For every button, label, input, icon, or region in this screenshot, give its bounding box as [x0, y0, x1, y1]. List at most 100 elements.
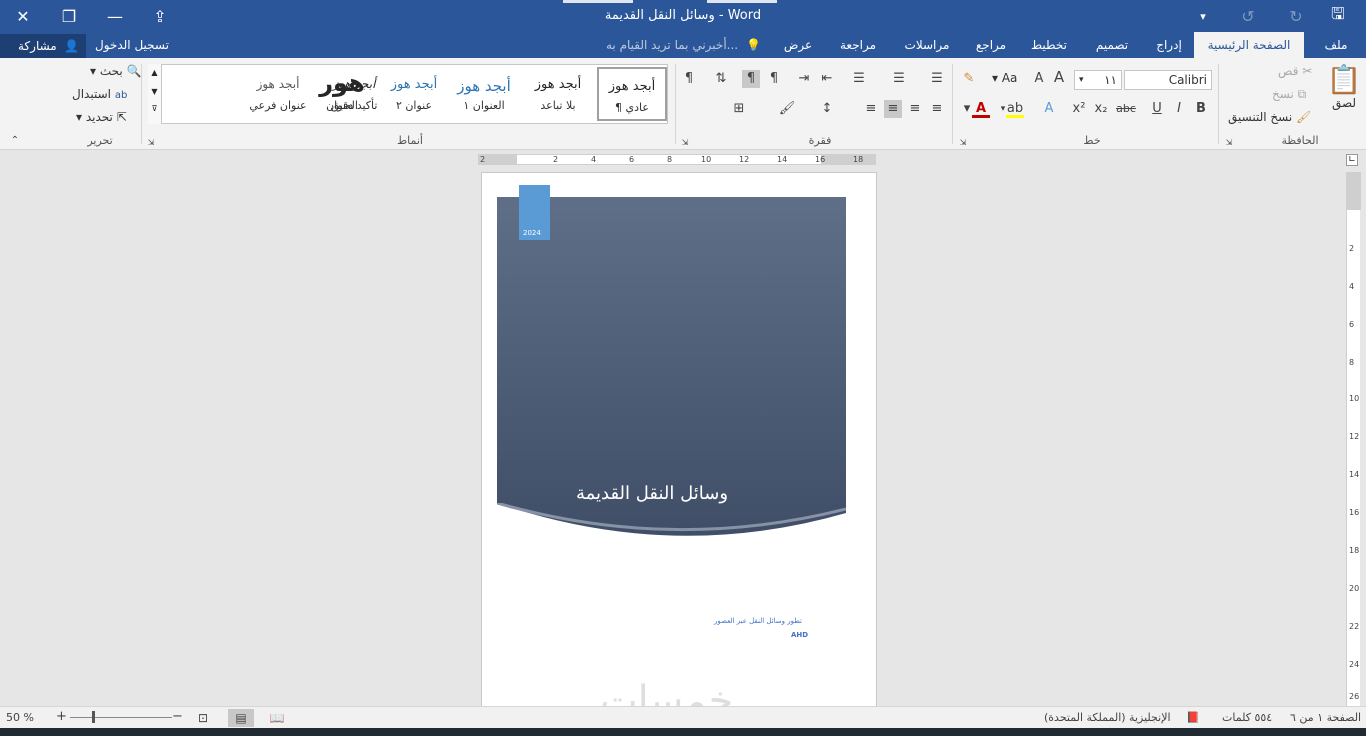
status-bar: 50 % + − ⊡ ▤ 📖 الإنجليزية (المملكة المتح… — [0, 706, 1366, 728]
cut-button[interactable]: قص ✂ — [1278, 64, 1312, 78]
shrink-font-icon[interactable]: A — [1030, 70, 1048, 88]
redo-icon[interactable]: ↻ — [1281, 2, 1311, 30]
increase-indent-icon[interactable]: ⇥ — [795, 70, 813, 88]
vruler-tick: 22 — [1349, 622, 1360, 631]
page-count[interactable]: الصفحة ١ من ٦ — [1290, 711, 1361, 724]
tab-mailings[interactable]: مراسلات — [896, 32, 958, 58]
underline-button[interactable]: U — [1148, 100, 1166, 118]
tab-layout[interactable]: تخطيط — [1024, 32, 1074, 58]
change-case-button[interactable]: ▾ Aa — [992, 71, 1017, 85]
style-name: بلا تباعد — [540, 99, 576, 112]
replace-icon: ab — [114, 90, 128, 101]
style-normal[interactable]: أبجد هوز ¶ عادي — [597, 67, 667, 121]
center-icon[interactable]: ≡ — [906, 100, 924, 118]
bold-button[interactable]: B — [1192, 100, 1210, 118]
shading-icon[interactable]: 🖌 — [778, 100, 796, 118]
vruler-tick: 14 — [1349, 470, 1360, 479]
tab-file[interactable]: ملف — [1312, 32, 1360, 58]
numbered-list-icon[interactable]: ☰ — [890, 70, 908, 88]
find-button[interactable]: ▾ بحث 🔍 — [90, 64, 142, 78]
ruler-tick: 8 — [667, 155, 673, 164]
font-size-combo[interactable]: ▾ ١١ — [1074, 70, 1122, 90]
ltr-icon[interactable]: ¶ — [765, 70, 783, 88]
vruler-top-margin — [1347, 172, 1361, 210]
tell-me-search[interactable]: أخبرني بما تريد القيام به... 💡 — [606, 32, 761, 58]
subscript-button[interactable]: x₂ — [1092, 100, 1110, 118]
zoom-slider-thumb[interactable] — [91, 711, 95, 723]
document-page[interactable]: 2024 وسائل النقل القديمة تطور وسائل النق… — [481, 172, 877, 712]
style-heading-1[interactable]: أبجد هوز العنوان ١ — [449, 67, 519, 121]
font-color-icon[interactable]: A — [972, 100, 990, 118]
tab-design[interactable]: تصميم — [1084, 32, 1140, 58]
multilevel-list-icon[interactable]: ☰ — [850, 70, 868, 88]
decrease-indent-icon[interactable]: ⇤ — [818, 70, 836, 88]
zoom-slider[interactable] — [70, 717, 172, 718]
cover-subtitle: تطور وسائل النقل عبر العصور — [714, 617, 802, 625]
show-marks-icon[interactable]: ¶ — [680, 70, 698, 88]
dropdown-icon[interactable]: ▾ — [1188, 2, 1218, 30]
proofing-icon[interactable]: 📕 — [1186, 711, 1200, 724]
paste-button[interactable]: 📋 لصق — [1326, 64, 1362, 120]
zoom-level[interactable]: 50 % — [6, 711, 34, 724]
bullet-list-icon[interactable]: ☰ — [928, 70, 946, 88]
horizontal-ruler[interactable]: 2 2 4 6 8 10 12 14 16 18 — [478, 154, 876, 165]
signin-link[interactable]: تسجيل الدخول — [95, 32, 169, 58]
format-painter-button[interactable]: نسخ التنسيق 🖌 — [1228, 110, 1311, 124]
cover-title: وسائل النقل القديمة — [575, 483, 729, 504]
read-mode-icon[interactable]: 📖 — [264, 709, 290, 727]
ribbon-tabs: مشاركة 👤 تسجيل الدخول أخبرني بما تريد ال… — [0, 32, 1366, 58]
select-button[interactable]: ▾ تحديد ⇱ — [76, 110, 127, 124]
share-label: مشاركة — [18, 39, 57, 53]
vertical-ruler[interactable]: 2 4 6 8 10 12 14 16 18 20 22 24 26 — [1346, 172, 1361, 706]
align-left-icon[interactable]: ≡ — [928, 100, 946, 118]
replace-label: استبدال — [72, 87, 111, 101]
style-name: عنوان فرعي — [249, 99, 307, 112]
font-name-value: Calibri (أساسي) — [1168, 73, 1207, 87]
superscript-button[interactable]: x² — [1070, 100, 1088, 118]
undo-icon[interactable]: ↺ — [1233, 2, 1263, 30]
styles-scroll[interactable]: ▲ ▼ ⊽ — [148, 64, 162, 124]
web-layout-icon[interactable]: ⊡ — [190, 709, 216, 727]
save-icon[interactable]: 🖫 — [1323, 2, 1353, 30]
clear-formatting-icon[interactable]: ✎ — [960, 70, 978, 88]
align-right-icon[interactable]: ≡ — [884, 100, 902, 118]
copy-button[interactable]: نسخ ⧉ — [1272, 87, 1306, 102]
collapse-ribbon-icon[interactable]: ⌃ — [6, 132, 24, 150]
justify-icon[interactable]: ≡ — [862, 100, 880, 118]
style-preview: أبجد هوز — [256, 77, 300, 91]
scroll-up-icon[interactable]: ▲ — [148, 68, 161, 77]
rtl-icon[interactable]: ¶ — [742, 70, 760, 88]
sort-icon[interactable]: ⇅ — [712, 70, 730, 88]
highlight-icon[interactable]: ab — [1006, 100, 1024, 118]
more-styles-icon[interactable]: ⊽ — [148, 104, 161, 113]
style-heading-2[interactable]: أبجد هوز عنوان ٢ — [379, 67, 449, 121]
tab-selector-icon[interactable]: ∟ — [1346, 154, 1358, 166]
tab-view[interactable]: عرض — [776, 32, 820, 58]
font-name-combo[interactable]: Calibri (أساسي) — [1124, 70, 1212, 90]
tab-home[interactable]: الصفحة الرئيسية — [1194, 32, 1304, 58]
zoom-in-icon[interactable]: + — [56, 709, 67, 724]
style-name: ¶ عادي — [615, 101, 649, 114]
word-count[interactable]: ٥٥٤ كلمات — [1222, 711, 1272, 724]
italic-button[interactable]: I — [1170, 100, 1188, 118]
language-status[interactable]: الإنجليزية (المملكة المتحدة) — [1044, 711, 1171, 724]
tab-review[interactable]: مراجعة — [830, 32, 886, 58]
replace-button[interactable]: استبدال ab — [72, 87, 127, 101]
format-painter-label: نسخ التنسيق — [1228, 110, 1293, 124]
vruler-tick: 2 — [1349, 244, 1355, 253]
tab-references[interactable]: مراجع — [968, 32, 1014, 58]
tab-insert[interactable]: إدراج — [1148, 32, 1190, 58]
grow-font-icon[interactable]: A — [1050, 68, 1068, 86]
style-subtitle[interactable]: أبجد هوز عنوان فرعي — [243, 67, 313, 121]
style-no-spacing[interactable]: أبجد هوز بلا تباعد — [523, 67, 593, 121]
print-layout-icon[interactable]: ▤ — [228, 709, 254, 727]
borders-icon[interactable]: ⊞ — [730, 100, 748, 118]
line-spacing-icon[interactable]: ↕ — [818, 100, 836, 118]
zoom-out-icon[interactable]: − — [172, 709, 183, 724]
copy-icon: ⧉ — [1297, 87, 1307, 101]
text-effects-icon[interactable]: A — [1040, 100, 1058, 118]
style-title-visible[interactable]: هور العنوان — [307, 67, 377, 121]
scroll-down-icon[interactable]: ▼ — [148, 87, 161, 96]
strikethrough-button[interactable]: abc — [1114, 100, 1138, 118]
share-button[interactable]: مشاركة 👤 — [0, 34, 86, 58]
